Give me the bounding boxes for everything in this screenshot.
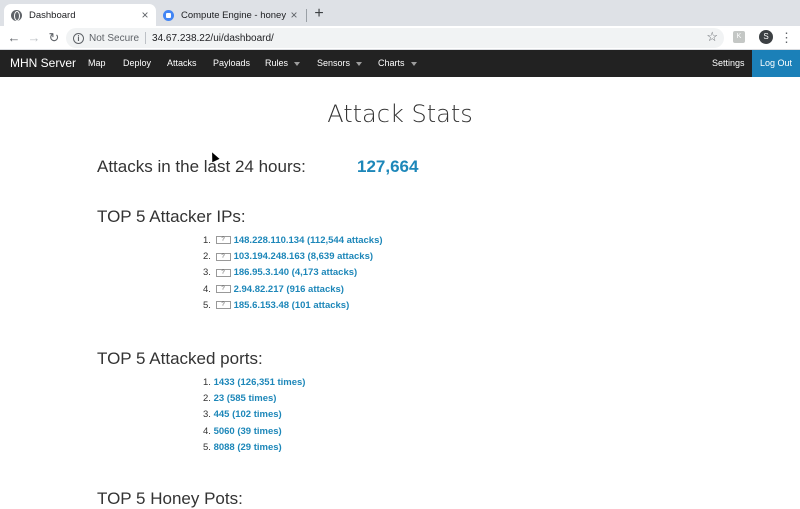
nav-sensors[interactable]: Sensors	[317, 50, 363, 77]
item-number: 2.	[203, 393, 211, 405]
nav-charts[interactable]: Charts	[378, 50, 417, 77]
attacks-24h-label: Attacks in the last 24 hours:	[97, 157, 306, 176]
attacker-ip-link[interactable]: 186.95.3.140 (4,173 attacks)	[234, 267, 358, 278]
item-number: 5.	[203, 299, 211, 311]
port-link[interactable]: 5060 (39 times)	[214, 426, 282, 437]
unknown-flag-icon: ?	[215, 268, 231, 277]
item-number: 3.	[203, 267, 211, 279]
browser-tab-strip: Dashboard × Compute Engine - honeypotgo …	[0, 0, 800, 26]
close-icon[interactable]: ×	[286, 8, 302, 22]
item-number: 4.	[203, 283, 211, 295]
list-item: 2. 23 (585 times)	[203, 391, 305, 407]
list-item: 3. 445 (102 times)	[203, 407, 305, 423]
list-item: 4. ? 2.94.82.217 (916 attacks)	[203, 282, 383, 298]
reload-icon[interactable]: ↻	[45, 29, 63, 47]
item-number: 5.	[203, 441, 211, 453]
nav-deploy[interactable]: Deploy	[123, 50, 151, 77]
list-item: 2. ? 103.194.248.163 (8,639 attacks)	[203, 249, 383, 265]
profile-avatar[interactable]: S	[759, 30, 773, 44]
attacker-ip-link[interactable]: 148.228.110.134 (112,544 attacks)	[234, 235, 383, 246]
tab-dashboard[interactable]: Dashboard ×	[4, 4, 156, 26]
caret-down-icon	[356, 61, 363, 66]
list-item: 1. ? 148.228.110.134 (112,544 attacks)	[203, 233, 383, 249]
list-item: 5. ? 185.6.153.48 (101 attacks)	[203, 298, 383, 314]
top-ips-heading: TOP 5 Attacker IPs:	[97, 207, 246, 226]
app-navbar: MHN Server Map Deploy Attacks Payloads R…	[0, 50, 800, 77]
attacker-ip-link[interactable]: 185.6.153.48 (101 attacks)	[234, 300, 350, 311]
item-number: 1.	[203, 377, 211, 388]
url-text[interactable]: 34.67.238.22/ui/dashboard/	[152, 33, 274, 44]
nav-settings[interactable]: Settings	[712, 50, 745, 77]
list-item: 1. 1433 (126,351 times)	[203, 375, 305, 391]
page-title: Attack Stats	[327, 100, 473, 128]
extension-icon[interactable]: K	[733, 31, 745, 43]
item-number: 1.	[203, 235, 211, 246]
unknown-flag-icon: ?	[215, 301, 231, 310]
browser-toolbar: ← → ↻ i Not Secure 34.67.238.22/ui/dashb…	[0, 26, 800, 50]
attacks-24h-count: 127,664	[357, 157, 419, 176]
port-link[interactable]: 1433 (126,351 times)	[214, 377, 306, 388]
port-link[interactable]: 8088 (29 times)	[214, 442, 282, 453]
omnibox-divider	[145, 32, 147, 44]
port-link[interactable]: 23 (585 times)	[214, 393, 277, 404]
port-link[interactable]: 445 (102 times)	[214, 409, 282, 420]
nav-charts-label: Charts	[378, 58, 405, 68]
bookmark-star-icon[interactable]: ☆	[706, 29, 718, 45]
item-number: 3.	[203, 409, 211, 421]
globe-icon	[11, 9, 22, 21]
caret-down-icon	[294, 61, 301, 66]
brand-link[interactable]: MHN Server	[10, 50, 76, 77]
item-number: 2.	[203, 251, 211, 263]
nav-payloads[interactable]: Payloads	[213, 50, 250, 77]
tab-compute-engine[interactable]: Compute Engine - honeypotgo ×	[157, 4, 305, 26]
nav-sensors-label: Sensors	[317, 58, 351, 68]
unknown-flag-icon: ?	[215, 236, 231, 245]
top-honeypots-heading: TOP 5 Honey Pots:	[97, 489, 243, 508]
forward-arrow-icon[interactable]: →	[25, 29, 43, 47]
item-number: 4.	[203, 425, 211, 437]
security-label: Not Secure	[89, 32, 140, 44]
caret-down-icon	[410, 61, 417, 66]
tab-title: Compute Engine - honeypotgo	[181, 9, 286, 21]
attacker-ip-link[interactable]: 103.194.248.163 (8,639 attacks)	[234, 251, 373, 262]
top-ips-list: 1. ? 148.228.110.134 (112,544 attacks) 2.…	[203, 233, 383, 314]
unknown-flag-icon: ?	[215, 285, 231, 294]
back-arrow-icon[interactable]: ←	[5, 29, 23, 47]
list-item: 4. 5060 (39 times)	[203, 424, 305, 440]
unknown-flag-icon: ?	[215, 252, 231, 261]
compute-engine-icon	[163, 9, 174, 21]
logout-button[interactable]: Log Out	[752, 50, 800, 77]
nav-attacks[interactable]: Attacks	[167, 50, 197, 77]
close-icon[interactable]: ×	[137, 8, 153, 22]
top-ports-list: 1. 1433 (126,351 times) 2. 23 (585 times…	[203, 375, 305, 456]
top-ports-heading: TOP 5 Attacked ports:	[97, 349, 263, 368]
nav-rules[interactable]: Rules	[265, 50, 301, 77]
new-tab-button[interactable]: +	[310, 5, 328, 23]
attacker-ip-link[interactable]: 2.94.82.217 (916 attacks)	[234, 284, 344, 295]
info-icon[interactable]: i	[73, 32, 84, 44]
nav-rules-label: Rules	[265, 58, 289, 68]
tab-title: Dashboard	[29, 9, 76, 21]
nav-map[interactable]: Map	[88, 50, 106, 77]
address-bar[interactable]: i Not Secure 34.67.238.22/ui/dashboard/ …	[66, 28, 724, 48]
list-item: 3. ? 186.95.3.140 (4,173 attacks)	[203, 265, 383, 281]
kebab-menu-icon[interactable]: ⋮	[780, 29, 793, 47]
tab-divider	[306, 9, 307, 22]
list-item: 5. 8088 (29 times)	[203, 440, 305, 456]
